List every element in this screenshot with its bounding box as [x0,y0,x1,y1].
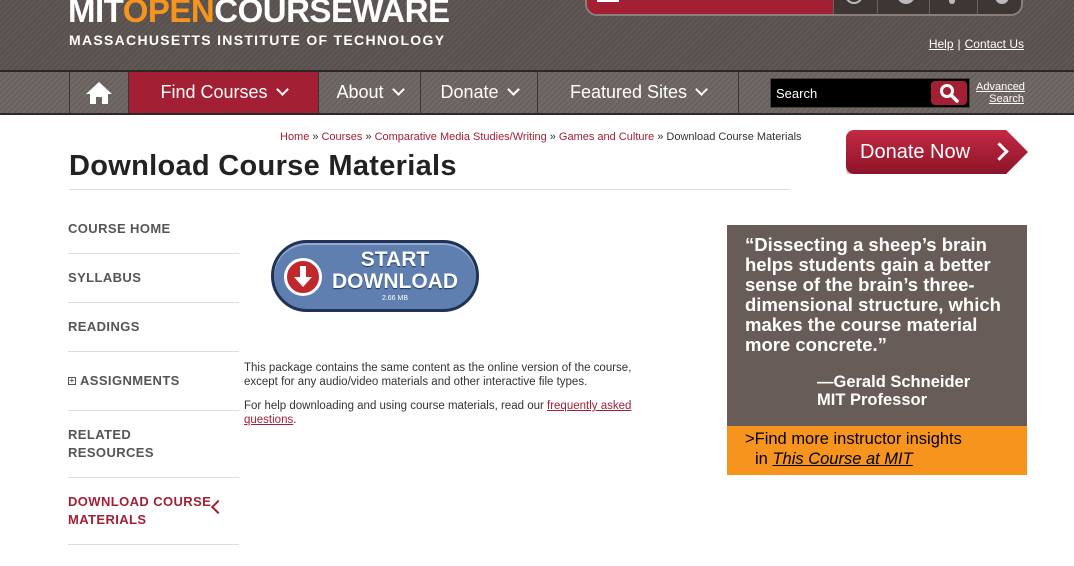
sidebar-item-label: RELATED RESOURCES [68,427,154,460]
divider [977,0,978,14]
quote-author: —Gerald Schneider MIT Professor [817,373,971,409]
breadcrumb-separator: » [365,131,372,143]
divider [877,0,878,14]
insight-text: >Find more instructor insights [745,430,962,448]
facebook-icon[interactable] [949,0,955,4]
nav-label: Donate [440,82,499,102]
nav-home[interactable] [69,72,128,113]
sidebar-item-label: ASSIGNMENTS [80,373,180,388]
advanced-search-link[interactable]: Advanced Search [976,81,1025,105]
donate-now-button[interactable]: Donate Now [846,130,1028,174]
nav-find-courses[interactable]: Find Courses [128,72,318,113]
utility-links: Help | Contact Us [929,37,1024,51]
breadcrumb-separator: » [549,131,556,143]
main-nav: Find Courses About Donate Featured Sites… [0,70,1074,115]
logo-mit: MIT [68,0,123,29]
download-size: 2.66 MB [381,295,409,302]
pipe-separator: | [957,37,961,51]
donate-now-label: Donate Now [860,140,971,163]
breadcrumb-separator: » [657,131,664,143]
breadcrumb-home[interactable]: Home [280,131,309,143]
sidebar-item-label: DOWNLOAD COURSE MATERIALS [68,494,212,527]
expand-plus-icon[interactable]: + [68,377,76,385]
nav-featured-sites[interactable]: Featured Sites [537,72,739,113]
site-header: MITOPENCOURSEWARE MASSACHUSETTS INSTITUT… [0,0,1074,70]
top-red-tab[interactable] [587,0,833,14]
logo-courseware: COURSEWARE [214,0,450,29]
sidebar-item-syllabus[interactable]: SYLLABUS [68,254,239,303]
home-icon [86,81,112,104]
nav-label: Find Courses [160,82,268,102]
nav-donate[interactable]: Donate [420,72,537,113]
instructor-insights-banner: >Find more instructor insights in This C… [727,426,1027,475]
breadcrumb-separator: » [312,131,319,143]
chevron-down-icon [695,83,708,96]
sidebar-item-label: SYLLABUS [68,270,142,285]
chevron-down-icon [275,83,289,96]
breadcrumb-department[interactable]: Comparative Media Studies/Writing [375,131,547,143]
help-link[interactable]: Help [929,37,954,51]
nav-about[interactable]: About [318,72,420,113]
menu-bar-icon [597,0,619,2]
nav-label: Featured Sites [569,82,688,102]
nav-label: About [336,82,384,102]
sidebar-item-assignments[interactable]: + ASSIGNMENTS [68,352,239,411]
search-icon [940,84,959,103]
logo-subtitle: MASSACHUSETTS INSTITUTE OF TECHNOLOGY [69,32,446,48]
divider [833,0,834,14]
breadcrumb-courses[interactable]: Courses [321,131,362,143]
page-title: Download Course Materials [69,150,457,182]
description-paragraph: This package contains the same content a… [244,362,632,388]
search-button[interactable] [931,81,967,105]
sidebar-item-download-course-materials[interactable]: DOWNLOAD COURSE MATERIALS [68,478,239,545]
instructor-quote: “Dissecting a sheep’s brain helps studen… [727,225,1027,426]
sidebar-item-label: COURSE HOME [68,221,171,236]
chevron-left-icon [210,499,226,515]
chevron-down-icon [391,83,405,96]
download-label: START DOWNLOAD [332,248,458,293]
help-paragraph: For help downloading and using course ma… [244,399,634,427]
breadcrumb-course[interactable]: Games and Culture [559,131,654,143]
breadcrumb: Home» Courses» Comparative Media Studies/W… [280,131,802,143]
sidebar-item-course-home[interactable]: COURSE HOME [68,205,239,254]
title-divider [69,189,790,190]
sidebar-item-label: READINGS [68,319,140,334]
social-icon-4[interactable] [995,0,1009,4]
breadcrumb-current: Download Course Materials [666,131,802,143]
top-toolbar [585,0,1023,16]
social-icon-1[interactable] [845,0,863,4]
package-description: This package contains the same content a… [244,361,634,437]
search-box [770,78,970,108]
logo-open: OPEN [122,0,215,29]
help-text-end: . [293,414,297,426]
site-logo[interactable]: MITOPENCOURSEWARE [68,0,450,30]
chevron-down-icon [506,83,520,96]
start-download-button[interactable]: START DOWNLOAD 2.66 MB [271,240,479,312]
quote-text: “Dissecting a sheep’s brain helps studen… [745,234,1001,355]
this-course-at-mit-link[interactable]: This Course at MIT [772,450,912,468]
sidebar-item-related-resources[interactable]: RELATED RESOURCES [68,411,239,478]
divider [929,0,930,14]
course-sidebar: COURSE HOME SYLLABUS READINGS + ASSIGNMEN… [68,205,239,545]
download-arrow-icon [284,258,322,296]
help-text: For help downloading and using course ma… [244,400,548,412]
chevron-right-icon [990,142,1009,161]
search-input[interactable] [771,79,931,107]
social-icon-2[interactable] [897,0,915,4]
insight-in: in [755,450,773,468]
contact-us-link[interactable]: Contact Us [965,37,1024,51]
sidebar-item-readings[interactable]: READINGS [68,303,239,352]
